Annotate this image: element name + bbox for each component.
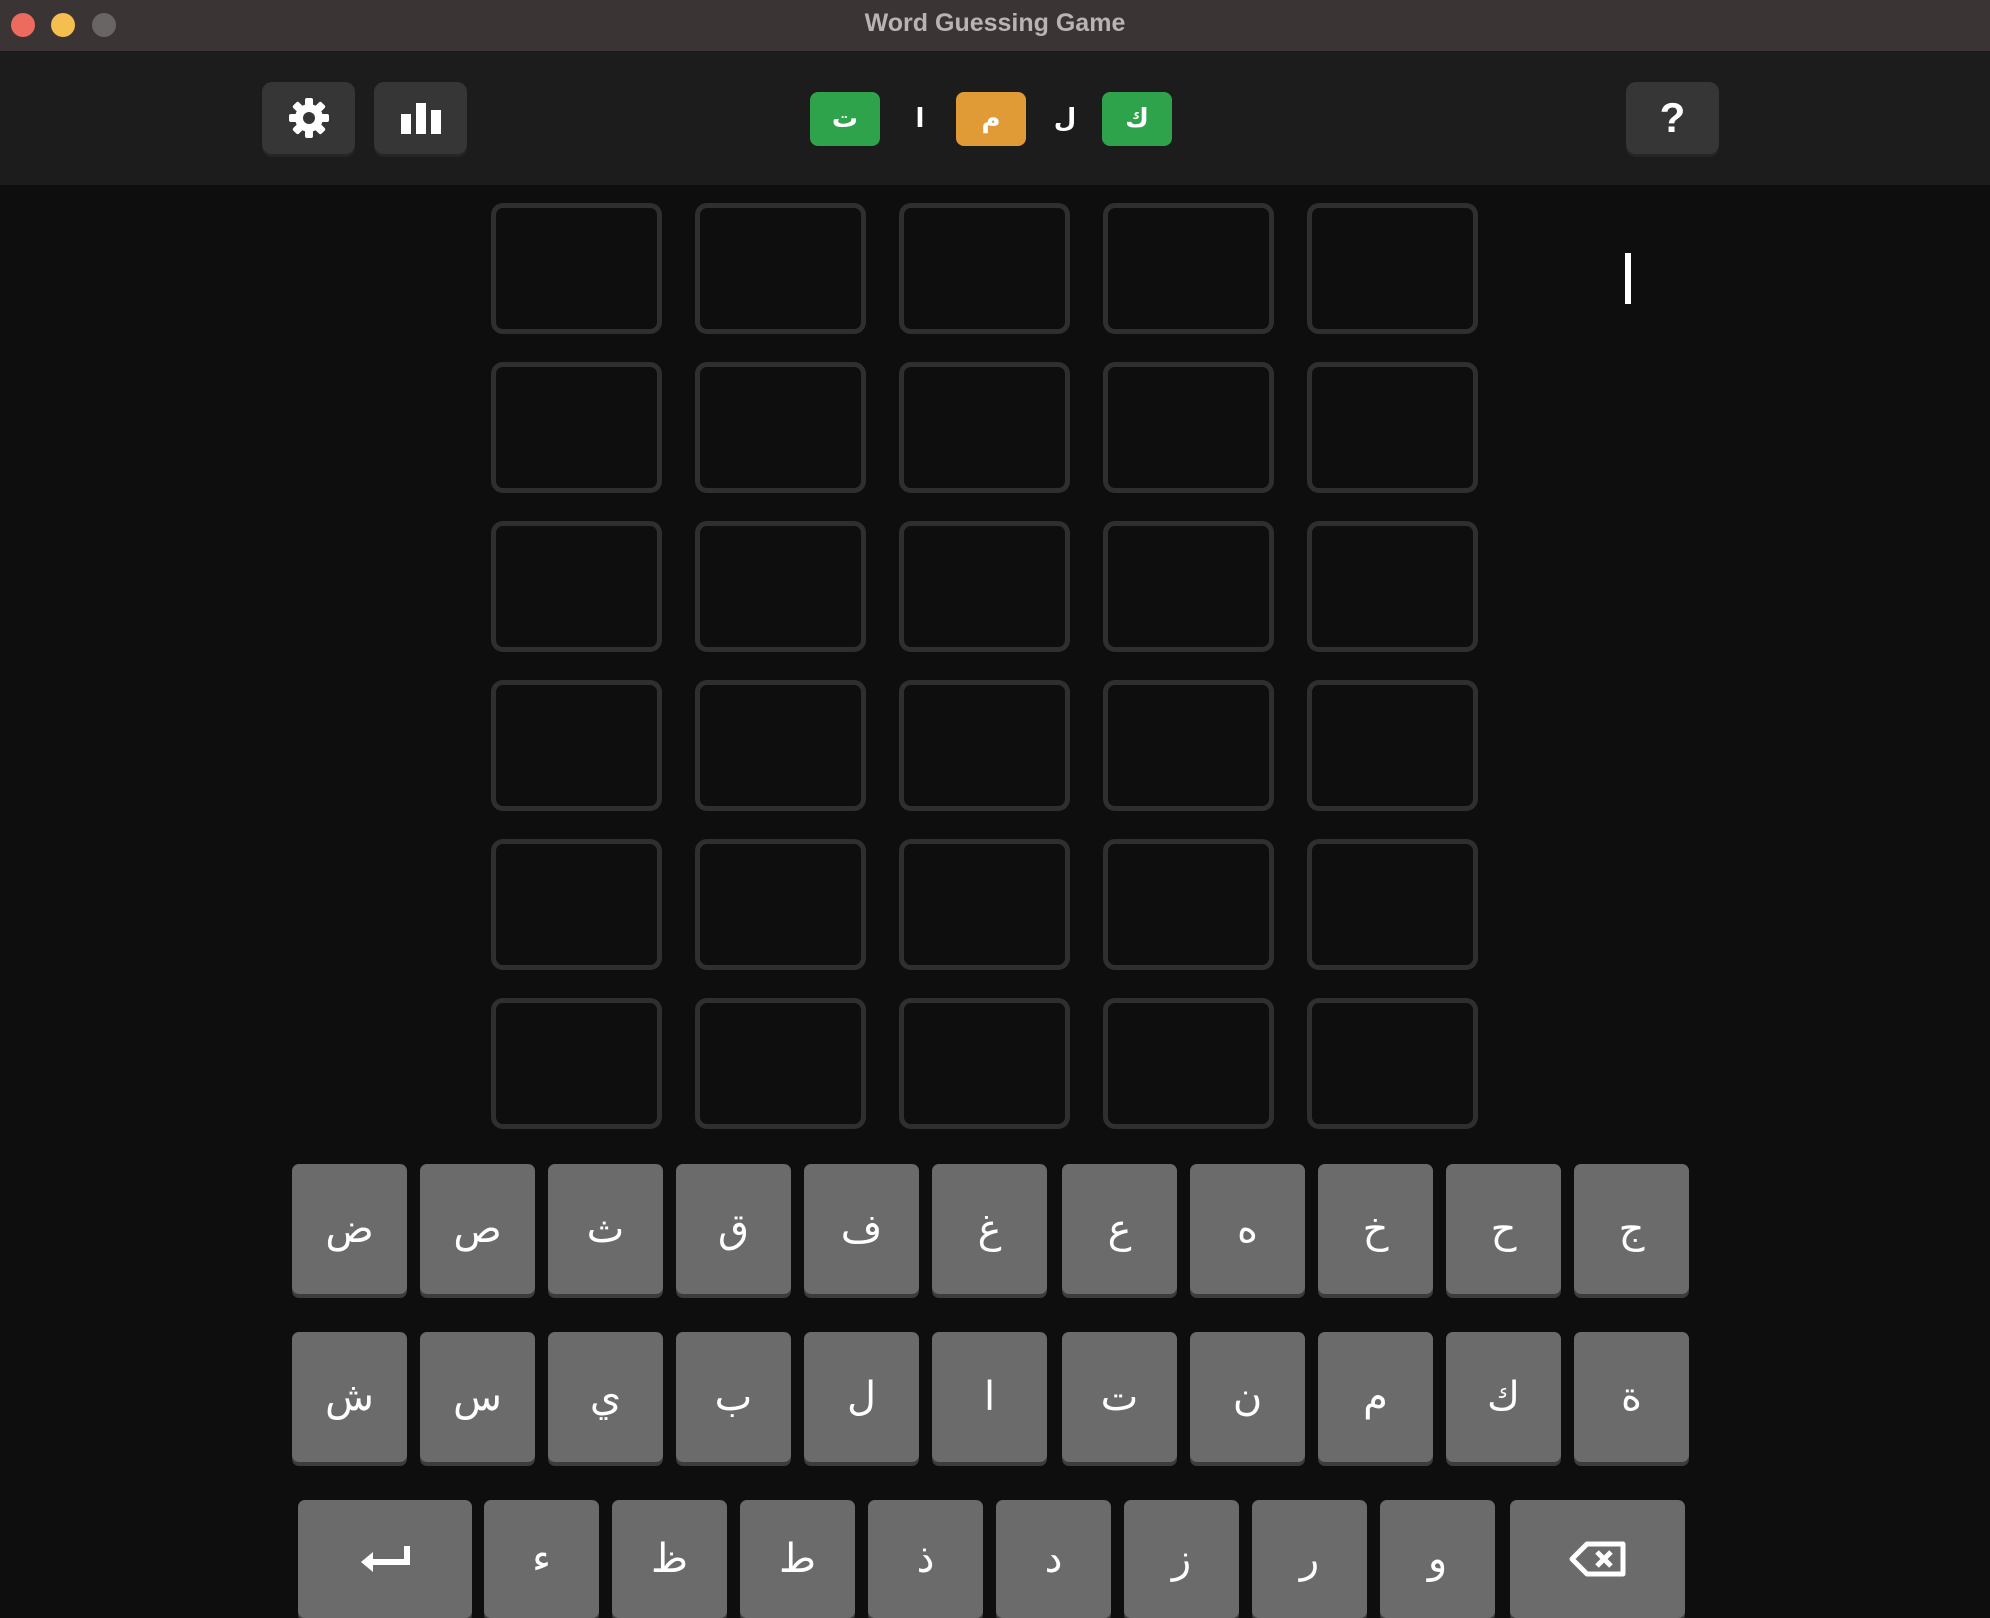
board-cell <box>899 203 1070 334</box>
settings-button[interactable] <box>262 82 355 154</box>
window-title: Word Guessing Game <box>864 9 1126 37</box>
board-cell <box>695 521 866 652</box>
keyboard-key[interactable]: د <box>996 1500 1111 1618</box>
keyboard-key[interactable]: ز <box>1124 1500 1239 1618</box>
keyboard-key[interactable]: ه <box>1190 1164 1305 1294</box>
keyboard-key[interactable]: ب <box>676 1332 791 1462</box>
keyboard-key[interactable]: ا <box>932 1332 1047 1462</box>
keyboard-key[interactable]: ر <box>1252 1500 1367 1618</box>
keyboard-key[interactable]: ء <box>484 1500 599 1618</box>
board-cell <box>899 680 1070 811</box>
keyboard-key[interactable]: غ <box>932 1164 1047 1294</box>
board-cell <box>491 521 662 652</box>
hint-letter-tile: ك <box>1102 92 1172 146</box>
keyboard-key[interactable]: ح <box>1446 1164 1561 1294</box>
board-cell <box>695 998 866 1129</box>
keyboard-key[interactable]: ظ <box>612 1500 727 1618</box>
keyboard-key[interactable]: ع <box>1062 1164 1177 1294</box>
gear-icon <box>288 98 329 138</box>
board-cell <box>491 680 662 811</box>
keyboard-key[interactable]: س <box>420 1332 535 1462</box>
keyboard-key[interactable]: ط <box>740 1500 855 1618</box>
keyboard-key[interactable]: ن <box>1190 1332 1305 1462</box>
keyboard-key[interactable]: ي <box>548 1332 663 1462</box>
board-cell <box>695 203 866 334</box>
backspace-key[interactable] <box>1510 1500 1685 1618</box>
bar-chart-icon <box>400 103 441 134</box>
game-toolbar: ت ا م ل ك ? <box>0 52 1990 185</box>
board-cell <box>491 362 662 493</box>
help-button[interactable]: ? <box>1626 82 1719 154</box>
board-cell <box>1307 680 1478 811</box>
board-cell <box>695 680 866 811</box>
board-cell <box>491 998 662 1129</box>
board-cell <box>899 839 1070 970</box>
keyboard-key[interactable]: ش <box>292 1332 407 1462</box>
enter-arrow-icon <box>361 1546 410 1572</box>
keyboard-key[interactable]: ت <box>1062 1332 1177 1462</box>
hint-letter: ا <box>915 104 925 134</box>
board-cell <box>1103 521 1274 652</box>
board-cell <box>1103 203 1274 334</box>
statistics-button[interactable] <box>374 82 467 154</box>
board-cell <box>1307 203 1478 334</box>
board-cell <box>899 521 1070 652</box>
keyboard-key[interactable]: ة <box>1574 1332 1689 1462</box>
board-cell <box>491 839 662 970</box>
keyboard-key[interactable]: ل <box>804 1332 919 1462</box>
board-cell <box>899 998 1070 1129</box>
keyboard-key[interactable]: و <box>1380 1500 1495 1618</box>
backspace-icon <box>1569 1541 1625 1577</box>
keyboard-key[interactable]: ج <box>1574 1164 1689 1294</box>
board-cell <box>695 839 866 970</box>
window-titlebar: Word Guessing Game <box>0 0 1990 52</box>
text-cursor <box>1625 253 1631 304</box>
hint-letter-tile: م <box>956 92 1026 146</box>
board-cell <box>1307 521 1478 652</box>
board-cell <box>695 362 866 493</box>
keyboard-key[interactable]: ق <box>676 1164 791 1294</box>
keyboard-key[interactable]: ك <box>1446 1332 1561 1462</box>
board-cell <box>1103 680 1274 811</box>
keyboard-key[interactable]: خ <box>1318 1164 1433 1294</box>
board-cell <box>491 203 662 334</box>
board-cell <box>1103 839 1274 970</box>
hint-letter-tile: ت <box>810 92 880 146</box>
keyboard-key[interactable]: ذ <box>868 1500 983 1618</box>
keyboard-key[interactable]: ص <box>420 1164 535 1294</box>
board-cell <box>899 362 1070 493</box>
enter-key[interactable] <box>298 1500 472 1618</box>
keyboard-key[interactable]: ف <box>804 1164 919 1294</box>
keyboard-key[interactable]: ث <box>548 1164 663 1294</box>
hint-letter: ل <box>1053 104 1077 134</box>
keyboard-key[interactable]: ض <box>292 1164 407 1294</box>
board-cell <box>1307 839 1478 970</box>
keyboard-key[interactable]: م <box>1318 1332 1433 1462</box>
board-cell <box>1103 362 1274 493</box>
board-cell <box>1307 998 1478 1129</box>
board-cell <box>1103 998 1274 1129</box>
board-cell <box>1307 362 1478 493</box>
